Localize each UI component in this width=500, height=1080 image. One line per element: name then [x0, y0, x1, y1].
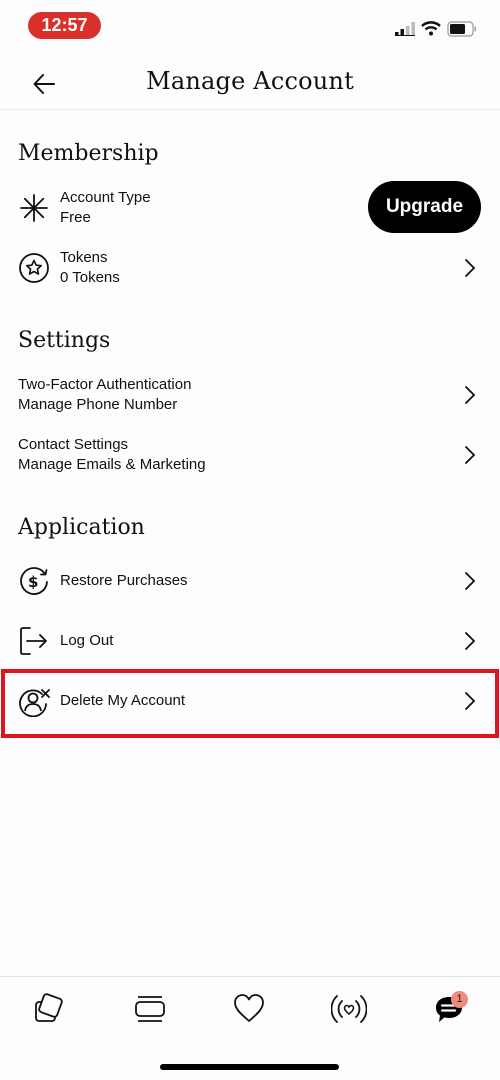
- two-factor-text: Two-Factor Authentication Manage Phone N…: [18, 375, 191, 415]
- page-title: Manage Account: [146, 67, 354, 95]
- chevron-right-icon: [465, 446, 476, 464]
- battery-icon: [447, 21, 476, 37]
- tab-live[interactable]: [327, 987, 371, 1031]
- restore-purchases-label: Restore Purchases: [60, 572, 188, 589]
- heart-icon: [234, 994, 264, 1022]
- tab-likes[interactable]: [227, 987, 271, 1031]
- tokens-row[interactable]: Tokens 0 Tokens: [0, 240, 500, 296]
- tokens-text: Tokens 0 Tokens: [60, 248, 120, 288]
- highlight-box: [1, 669, 499, 738]
- wifi-icon: [421, 21, 441, 36]
- tab-cards[interactable]: [27, 987, 71, 1031]
- logout-icon: [20, 627, 47, 655]
- two-factor-sublabel: Manage Phone Number: [18, 396, 178, 413]
- log-out-row[interactable]: Log Out: [0, 613, 500, 669]
- tokens-value: 0 Tokens: [60, 269, 120, 286]
- status-time: 12:57: [28, 12, 101, 39]
- chevron-right-icon: [465, 386, 476, 404]
- log-out-label: Log Out: [60, 632, 114, 649]
- cards-icon: [35, 993, 63, 1022]
- tab-stack[interactable]: [128, 987, 172, 1031]
- upgrade-button[interactable]: Upgrade: [368, 181, 481, 233]
- cellular-signal-icon: [395, 22, 415, 36]
- broadcast-heart-icon: [331, 995, 367, 1023]
- home-indicator[interactable]: [160, 1064, 339, 1070]
- star-circle-icon: [19, 253, 49, 283]
- tab-messages[interactable]: 1: [427, 987, 471, 1031]
- tokens-label: Tokens: [60, 249, 108, 266]
- contact-settings-text: Contact Settings Manage Emails & Marketi…: [18, 435, 206, 475]
- two-factor-row[interactable]: Two-Factor Authentication Manage Phone N…: [0, 367, 500, 423]
- chevron-right-icon: [465, 572, 476, 590]
- contact-settings-row[interactable]: Contact Settings Manage Emails & Marketi…: [0, 427, 500, 483]
- two-factor-label: Two-Factor Authentication: [18, 376, 192, 393]
- account-type-text: Account Type Free: [60, 188, 151, 228]
- messages-badge: 1: [451, 991, 468, 1008]
- stack-icon: [135, 996, 165, 1022]
- chevron-right-icon: [465, 259, 476, 277]
- application-heading: Application: [18, 515, 145, 540]
- header: Manage Account: [0, 52, 500, 110]
- restore-purchases-row[interactable]: $ Restore Purchases: [0, 553, 500, 609]
- chevron-right-icon: [465, 632, 476, 650]
- account-type-value: Free: [60, 209, 91, 226]
- dollar-refresh-icon: $: [20, 567, 48, 595]
- svg-text:$: $: [28, 573, 38, 591]
- membership-heading: Membership: [18, 141, 159, 166]
- tab-bar: 1: [0, 976, 500, 1040]
- contact-settings-sublabel: Manage Emails & Marketing: [18, 456, 206, 473]
- status-bar: 12:57: [0, 0, 500, 52]
- account-type-label: Account Type: [60, 189, 151, 206]
- settings-heading: Settings: [18, 328, 111, 353]
- asterisk-icon: [20, 194, 48, 222]
- contact-settings-label: Contact Settings: [18, 436, 129, 453]
